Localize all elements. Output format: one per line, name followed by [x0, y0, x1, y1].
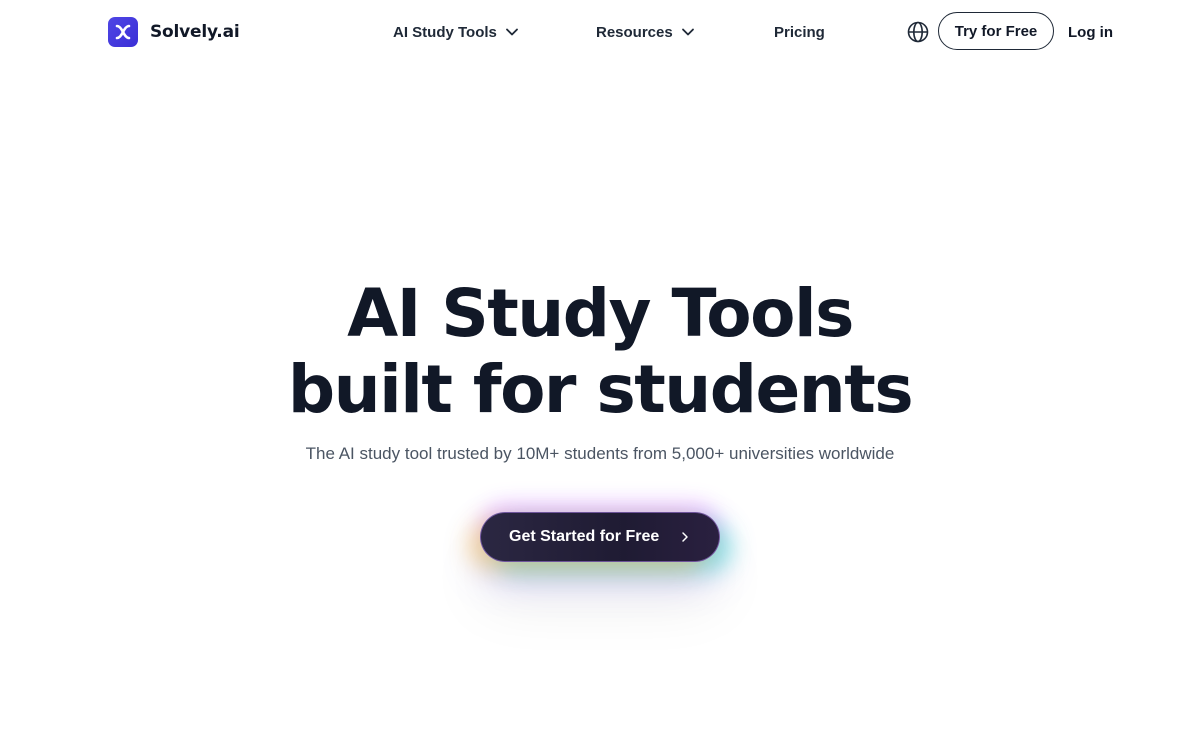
nav-resources[interactable]: Resources: [596, 20, 695, 44]
landing-page: Solvely.ai AI Study Tools Resources Pric…: [0, 0, 1200, 750]
nav-pricing[interactable]: Pricing: [774, 20, 825, 44]
globe-icon[interactable]: [906, 20, 930, 44]
cta-label: Get Started for Free: [509, 528, 660, 545]
hero-title: AI Study Tools built for students: [0, 276, 1200, 428]
chevron-right-icon: [679, 531, 691, 543]
nav-item-label: Pricing: [774, 23, 825, 41]
hero-subtitle: The AI study tool trusted by 10M+ studen…: [305, 444, 895, 463]
logo-mark-icon: [108, 16, 138, 47]
try-for-free-button[interactable]: Try for Free: [938, 12, 1054, 50]
hero-title-line-2: built for students: [287, 351, 914, 428]
top-nav: Solvely.ai AI Study Tools Resources Pric…: [0, 0, 1200, 64]
hero-title-line-1: AI Study Tools: [347, 275, 854, 352]
nav-item-label: Resources: [596, 23, 673, 41]
chevron-down-icon: [681, 25, 695, 39]
login-link[interactable]: Log in: [1068, 20, 1113, 44]
get-started-button[interactable]: Get Started for Free: [480, 512, 720, 562]
nav-item-label: AI Study Tools: [393, 23, 497, 41]
brand-name: Solvely.ai: [150, 21, 240, 42]
chevron-down-icon: [505, 25, 519, 39]
nav-ai-study-tools[interactable]: AI Study Tools: [393, 20, 519, 44]
brand-logo[interactable]: Solvely.ai: [108, 16, 240, 47]
